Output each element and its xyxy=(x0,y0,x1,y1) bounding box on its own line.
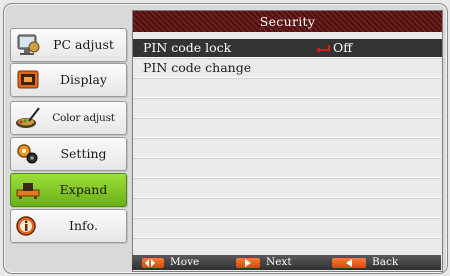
pc-adjust-icon xyxy=(17,34,40,55)
sidebar-item-setting[interactable]: Setting xyxy=(10,137,127,171)
menu-row-empty xyxy=(133,159,442,178)
menu-row-empty xyxy=(133,179,442,198)
menu-row-pin-code-lock[interactable]: PIN code lock Off xyxy=(133,39,442,58)
row-value: Off xyxy=(333,40,353,55)
sidebar-item-info[interactable]: Info. xyxy=(10,209,127,243)
sidebar-item-label: Expand xyxy=(59,182,108,197)
color-adjust-icon xyxy=(16,107,40,128)
back-label: Back xyxy=(372,256,399,268)
sidebar-item-label: PC adjust xyxy=(53,37,114,52)
menu-row-empty xyxy=(133,99,442,118)
menu-row-empty xyxy=(133,119,442,138)
expand-icon xyxy=(16,183,40,199)
sidebar-item-pc-adjust[interactable]: PC adjust xyxy=(10,28,127,62)
move-key xyxy=(142,258,164,268)
row-label: PIN code lock xyxy=(143,40,232,55)
sidebar-item-expand[interactable]: Expand xyxy=(10,173,127,207)
back-arrow-icon xyxy=(346,259,352,267)
security-panel: Security PIN code lock Off PIN code chan… xyxy=(132,10,443,272)
setting-icon xyxy=(17,144,38,164)
panel-title: Security xyxy=(133,11,442,32)
display-icon xyxy=(17,70,39,89)
menu-row-empty xyxy=(133,219,442,238)
move-label: Move xyxy=(170,256,200,268)
sidebar-item-label: Color adjust xyxy=(52,112,115,124)
move-arrows-icon xyxy=(145,259,155,267)
return-arrow-icon xyxy=(316,45,330,53)
row-label: PIN code change xyxy=(143,60,252,75)
back-key xyxy=(332,258,366,268)
sidebar-item-label: Info. xyxy=(69,218,98,233)
sidebar-item-color-adjust[interactable]: Color adjust xyxy=(10,101,127,135)
footer-help-bar: Move Next Back xyxy=(132,255,441,270)
menu-row-pin-code-change[interactable]: PIN code change xyxy=(133,59,442,78)
sidebar-item-label: Display xyxy=(60,72,107,87)
sidebar: PC adjust Display Color adjust Setting E… xyxy=(0,0,133,276)
next-arrow-icon xyxy=(245,259,251,267)
menu-row-empty xyxy=(133,199,442,218)
menu-row-empty xyxy=(133,139,442,158)
menu-row-empty xyxy=(133,79,442,98)
next-label: Next xyxy=(266,256,292,268)
sidebar-item-display[interactable]: Display xyxy=(10,63,127,97)
next-key xyxy=(236,258,260,268)
sidebar-item-label: Setting xyxy=(60,146,107,161)
info-icon xyxy=(16,216,36,236)
